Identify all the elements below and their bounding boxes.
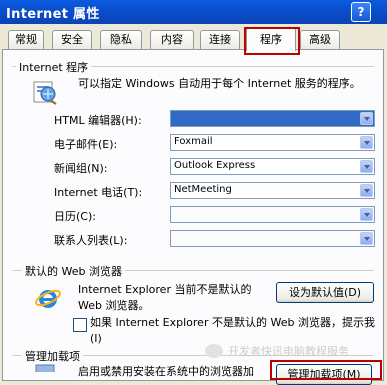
tab-programs[interactable]: 程序	[246, 27, 296, 51]
calendar-dropdown[interactable]	[170, 206, 375, 223]
chevron-down-icon[interactable]	[360, 160, 373, 173]
addons-description: 启用或禁用安装在系统中的浏览器加	[78, 365, 254, 378]
label-internet-call: Internet 电话(T):	[54, 186, 143, 199]
chevron-down-icon[interactable]	[360, 112, 373, 125]
label-calendar: 日历(C):	[54, 210, 96, 223]
help-button[interactable]: ?	[351, 2, 371, 22]
addons-icon	[35, 364, 55, 372]
group-label-default-browser: 默认的 Web 浏览器	[22, 263, 125, 279]
chevron-down-icon[interactable]	[360, 136, 373, 149]
newsgroups-dropdown[interactable]: Outlook Express	[170, 158, 375, 175]
group-label-internet-programs: Internet 程序	[16, 59, 92, 75]
chevron-down-icon[interactable]	[360, 232, 373, 245]
browser-status-text: Internet Explorer 当前不是默认的 Web 浏览器。	[78, 283, 252, 312]
contacts-dropdown[interactable]	[170, 230, 375, 247]
newsgroups-value: Outlook Express	[174, 160, 256, 171]
label-email: 电子邮件(E):	[54, 138, 118, 151]
tab-content[interactable]: 内容	[150, 30, 194, 49]
tab-general[interactable]: 常规	[8, 30, 44, 49]
tab-security[interactable]: 安全	[52, 30, 92, 49]
group-label-manage-addons: 管理加载项	[22, 348, 83, 364]
label-contacts: 联系人列表(L):	[54, 234, 128, 247]
title-bar: Internet 属性 ?	[0, 0, 387, 24]
email-dropdown[interactable]: Foxmail	[170, 134, 375, 151]
manage-addons-button[interactable]: 管理加载项(M)	[276, 364, 372, 385]
email-value: Foxmail	[174, 136, 213, 147]
internet-call-dropdown[interactable]: NetMeeting	[170, 182, 375, 199]
internet-call-value: NetMeeting	[174, 184, 232, 195]
tab-privacy[interactable]: 隐私	[100, 30, 142, 49]
chevron-down-icon[interactable]	[360, 208, 373, 221]
tab-strip: 常规 安全 隐私 内容 连接 程序 高级	[0, 24, 387, 51]
watermark-text: 开发者快讯电脑教程服务	[228, 345, 349, 358]
tab-advanced[interactable]: 高级	[300, 30, 340, 49]
tab-connections[interactable]: 连接	[200, 30, 240, 49]
internet-explorer-icon	[35, 289, 61, 308]
html-editor-dropdown[interactable]	[170, 110, 375, 127]
label-newsgroups: 新闻组(N):	[54, 162, 108, 175]
prompt-default-checkbox[interactable]	[73, 318, 87, 332]
programs-icon	[33, 81, 57, 105]
window-title: Internet 属性	[6, 7, 100, 22]
programs-description: 可以指定 Windows 自动用于每个 Internet 服务的程序。	[78, 77, 361, 90]
label-html-editor: HTML 编辑器(H):	[54, 114, 142, 127]
set-default-button[interactable]: 设为默认值(D)	[276, 282, 374, 303]
watermark-icon	[205, 344, 223, 358]
chevron-down-icon[interactable]	[360, 184, 373, 197]
